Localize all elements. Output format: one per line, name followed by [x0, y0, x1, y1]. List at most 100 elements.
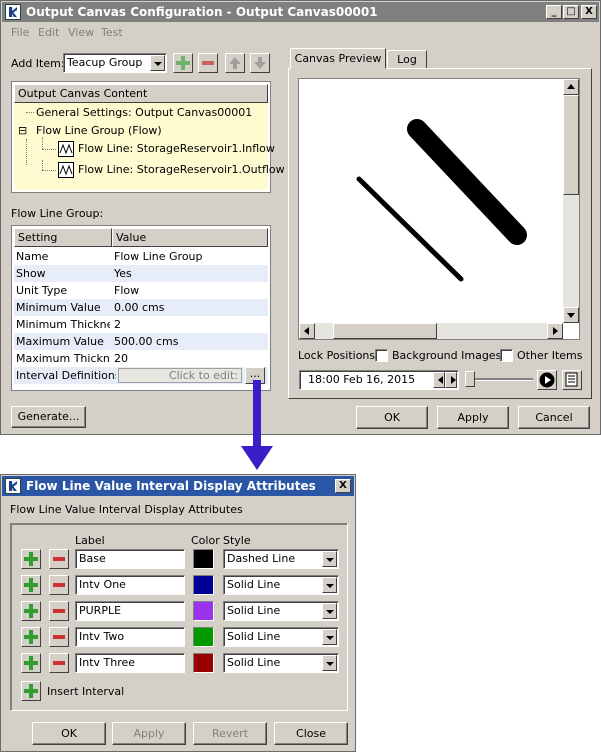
dialog-apply-button[interactable]: Apply: [112, 722, 186, 745]
interval-style-dropdown[interactable]: Dashed Line: [223, 549, 339, 569]
minimize-button[interactable]: _: [546, 5, 562, 19]
lock-other-items-checkbox[interactable]: [500, 349, 513, 362]
scroll-right-button[interactable]: [547, 323, 563, 339]
dialog-ok-button[interactable]: OK: [32, 722, 106, 745]
add-item-button[interactable]: [173, 53, 193, 73]
datetime-prev-button[interactable]: [433, 372, 445, 388]
setting-value-cell[interactable]: 20: [114, 350, 264, 367]
setting-value-cell[interactable]: Flow Line Group: [114, 248, 264, 265]
menu-view[interactable]: View: [68, 26, 94, 39]
settings-row[interactable]: Show Yes: [14, 265, 268, 282]
timeline-slider-handle[interactable]: [465, 371, 475, 387]
settings-row-interval-definitions[interactable]: Interval Definitions Click to edit:...: [14, 367, 268, 384]
menu-file[interactable]: File: [11, 26, 29, 39]
interval-style-value: Solid Line: [227, 604, 281, 617]
lock-background-checkbox[interactable]: [375, 349, 388, 362]
remove-interval-button[interactable]: [49, 549, 69, 569]
interval-label-input[interactable]: Base: [75, 549, 185, 569]
main-title-bar[interactable]: Output Canvas Configuration - Output Can…: [2, 2, 599, 22]
apply-button[interactable]: Apply: [437, 406, 509, 429]
setting-value-cell[interactable]: 0.00 cms: [114, 299, 264, 316]
flow-line-icon: [58, 162, 74, 178]
menu-edit[interactable]: Edit: [38, 26, 59, 39]
setting-value-cell[interactable]: Yes: [114, 265, 264, 282]
timeline-slider[interactable]: [465, 378, 533, 381]
remove-interval-button[interactable]: [49, 601, 69, 621]
play-button[interactable]: [537, 370, 557, 390]
interval-rows: Base Dashed Line Intv One Solid Line PURPLE S…: [11, 524, 347, 710]
datetime-value: 18:00 Feb 16, 2015: [308, 373, 416, 386]
tree-line: [42, 170, 56, 171]
remove-interval-button[interactable]: [49, 575, 69, 595]
settings-row[interactable]: Unit Type Flow: [14, 282, 268, 299]
interval-definitions-field[interactable]: Click to edit:: [118, 368, 242, 383]
interval-label-input[interactable]: Intv One: [75, 575, 185, 595]
interval-color-swatch[interactable]: [193, 575, 214, 595]
dialog-title-bar[interactable]: Flow Line Value Interval Display Attribu…: [2, 476, 354, 496]
scroll-thumb-vertical[interactable]: [563, 95, 579, 195]
remove-interval-button[interactable]: [49, 653, 69, 673]
settings-header-value[interactable]: Value: [112, 228, 268, 247]
interval-color-swatch[interactable]: [193, 549, 214, 569]
properties-button[interactable]: [562, 370, 582, 390]
add-item-label: Add Item:: [11, 57, 65, 70]
tree-item-flow-group[interactable]: ⊟ Flow Line Group (Flow): [14, 122, 268, 139]
remove-item-button[interactable]: [198, 53, 218, 73]
insert-interval-button[interactable]: [21, 681, 41, 701]
settings-row[interactable]: Maximum Thickness 20: [14, 350, 268, 367]
settings-header-setting[interactable]: Setting: [14, 228, 112, 247]
settings-row[interactable]: Minimum Thickness 2: [14, 316, 268, 333]
scroll-left-button[interactable]: [299, 323, 315, 339]
dialog-close-button[interactable]: X: [335, 479, 351, 493]
settings-row[interactable]: Minimum Value 0.00 cms: [14, 299, 268, 316]
add-item-dropdown[interactable]: Teacup Group: [63, 53, 167, 73]
interval-label-input[interactable]: Intv Three: [75, 653, 185, 673]
add-interval-button[interactable]: [21, 601, 41, 621]
cancel-button[interactable]: Cancel: [518, 406, 590, 429]
dialog-revert-button[interactable]: Revert: [193, 722, 267, 745]
setting-value-cell[interactable]: Flow: [114, 282, 264, 299]
interval-style-dropdown[interactable]: Solid Line: [223, 627, 339, 647]
maximize-button[interactable]: □: [563, 5, 579, 19]
tree-collapse-icon[interactable]: ⊟: [18, 122, 27, 139]
interval-style-dropdown[interactable]: Solid Line: [223, 601, 339, 621]
interval-style-value: Solid Line: [227, 578, 281, 591]
scroll-thumb-horizontal[interactable]: [333, 323, 437, 339]
tab-canvas-preview[interactable]: Canvas Preview: [290, 48, 386, 69]
interval-color-swatch[interactable]: [193, 653, 214, 673]
move-down-button[interactable]: [250, 53, 270, 73]
canvas-horizontal-scrollbar[interactable]: [299, 323, 563, 339]
add-interval-button[interactable]: [21, 549, 41, 569]
menu-test[interactable]: Test: [101, 26, 123, 39]
generate-button-box[interactable]: Generate...: [11, 406, 86, 428]
interval-color-swatch[interactable]: [193, 601, 214, 621]
add-interval-button[interactable]: [21, 627, 41, 647]
datetime-field[interactable]: 18:00 Feb 16, 2015: [299, 370, 459, 390]
settings-row[interactable]: Name Flow Line Group: [14, 248, 268, 265]
canvas-vertical-scrollbar[interactable]: [563, 79, 579, 323]
interval-style-dropdown[interactable]: Solid Line: [223, 575, 339, 595]
settings-row[interactable]: Maximum Value 500.00 cms: [14, 333, 268, 350]
arrow-down-icon: [254, 57, 266, 69]
close-window-button[interactable]: X: [581, 5, 597, 19]
add-interval-button[interactable]: [21, 575, 41, 595]
interval-label-input[interactable]: PURPLE: [75, 601, 185, 621]
datetime-next-button[interactable]: [445, 372, 457, 388]
scroll-up-button[interactable]: [563, 79, 579, 95]
ok-button[interactable]: OK: [356, 406, 428, 429]
interval-color-swatch[interactable]: [193, 627, 214, 647]
tab-log[interactable]: Log: [387, 50, 427, 69]
setting-value-cell[interactable]: 500.00 cms: [114, 333, 264, 350]
add-interval-button[interactable]: [21, 653, 41, 673]
interval-style-dropdown[interactable]: Solid Line: [223, 653, 339, 673]
setting-value-cell[interactable]: 2: [114, 316, 264, 333]
move-up-button[interactable]: [225, 53, 245, 73]
remove-interval-button[interactable]: [49, 627, 69, 647]
canvas-preview-area[interactable]: [298, 78, 580, 340]
tree-item-general[interactable]: General Settings: Output Canvas00001: [14, 104, 268, 121]
tree-item-inflow[interactable]: Flow Line: StorageReservoir1.Inflow: [14, 137, 275, 165]
tree-item-outflow[interactable]: Flow Line: StorageReservoir1.Outflow: [14, 160, 285, 180]
scroll-down-button[interactable]: [563, 307, 579, 323]
dialog-close-btn[interactable]: Close: [274, 722, 348, 745]
interval-label-input[interactable]: Intv Two: [75, 627, 185, 647]
